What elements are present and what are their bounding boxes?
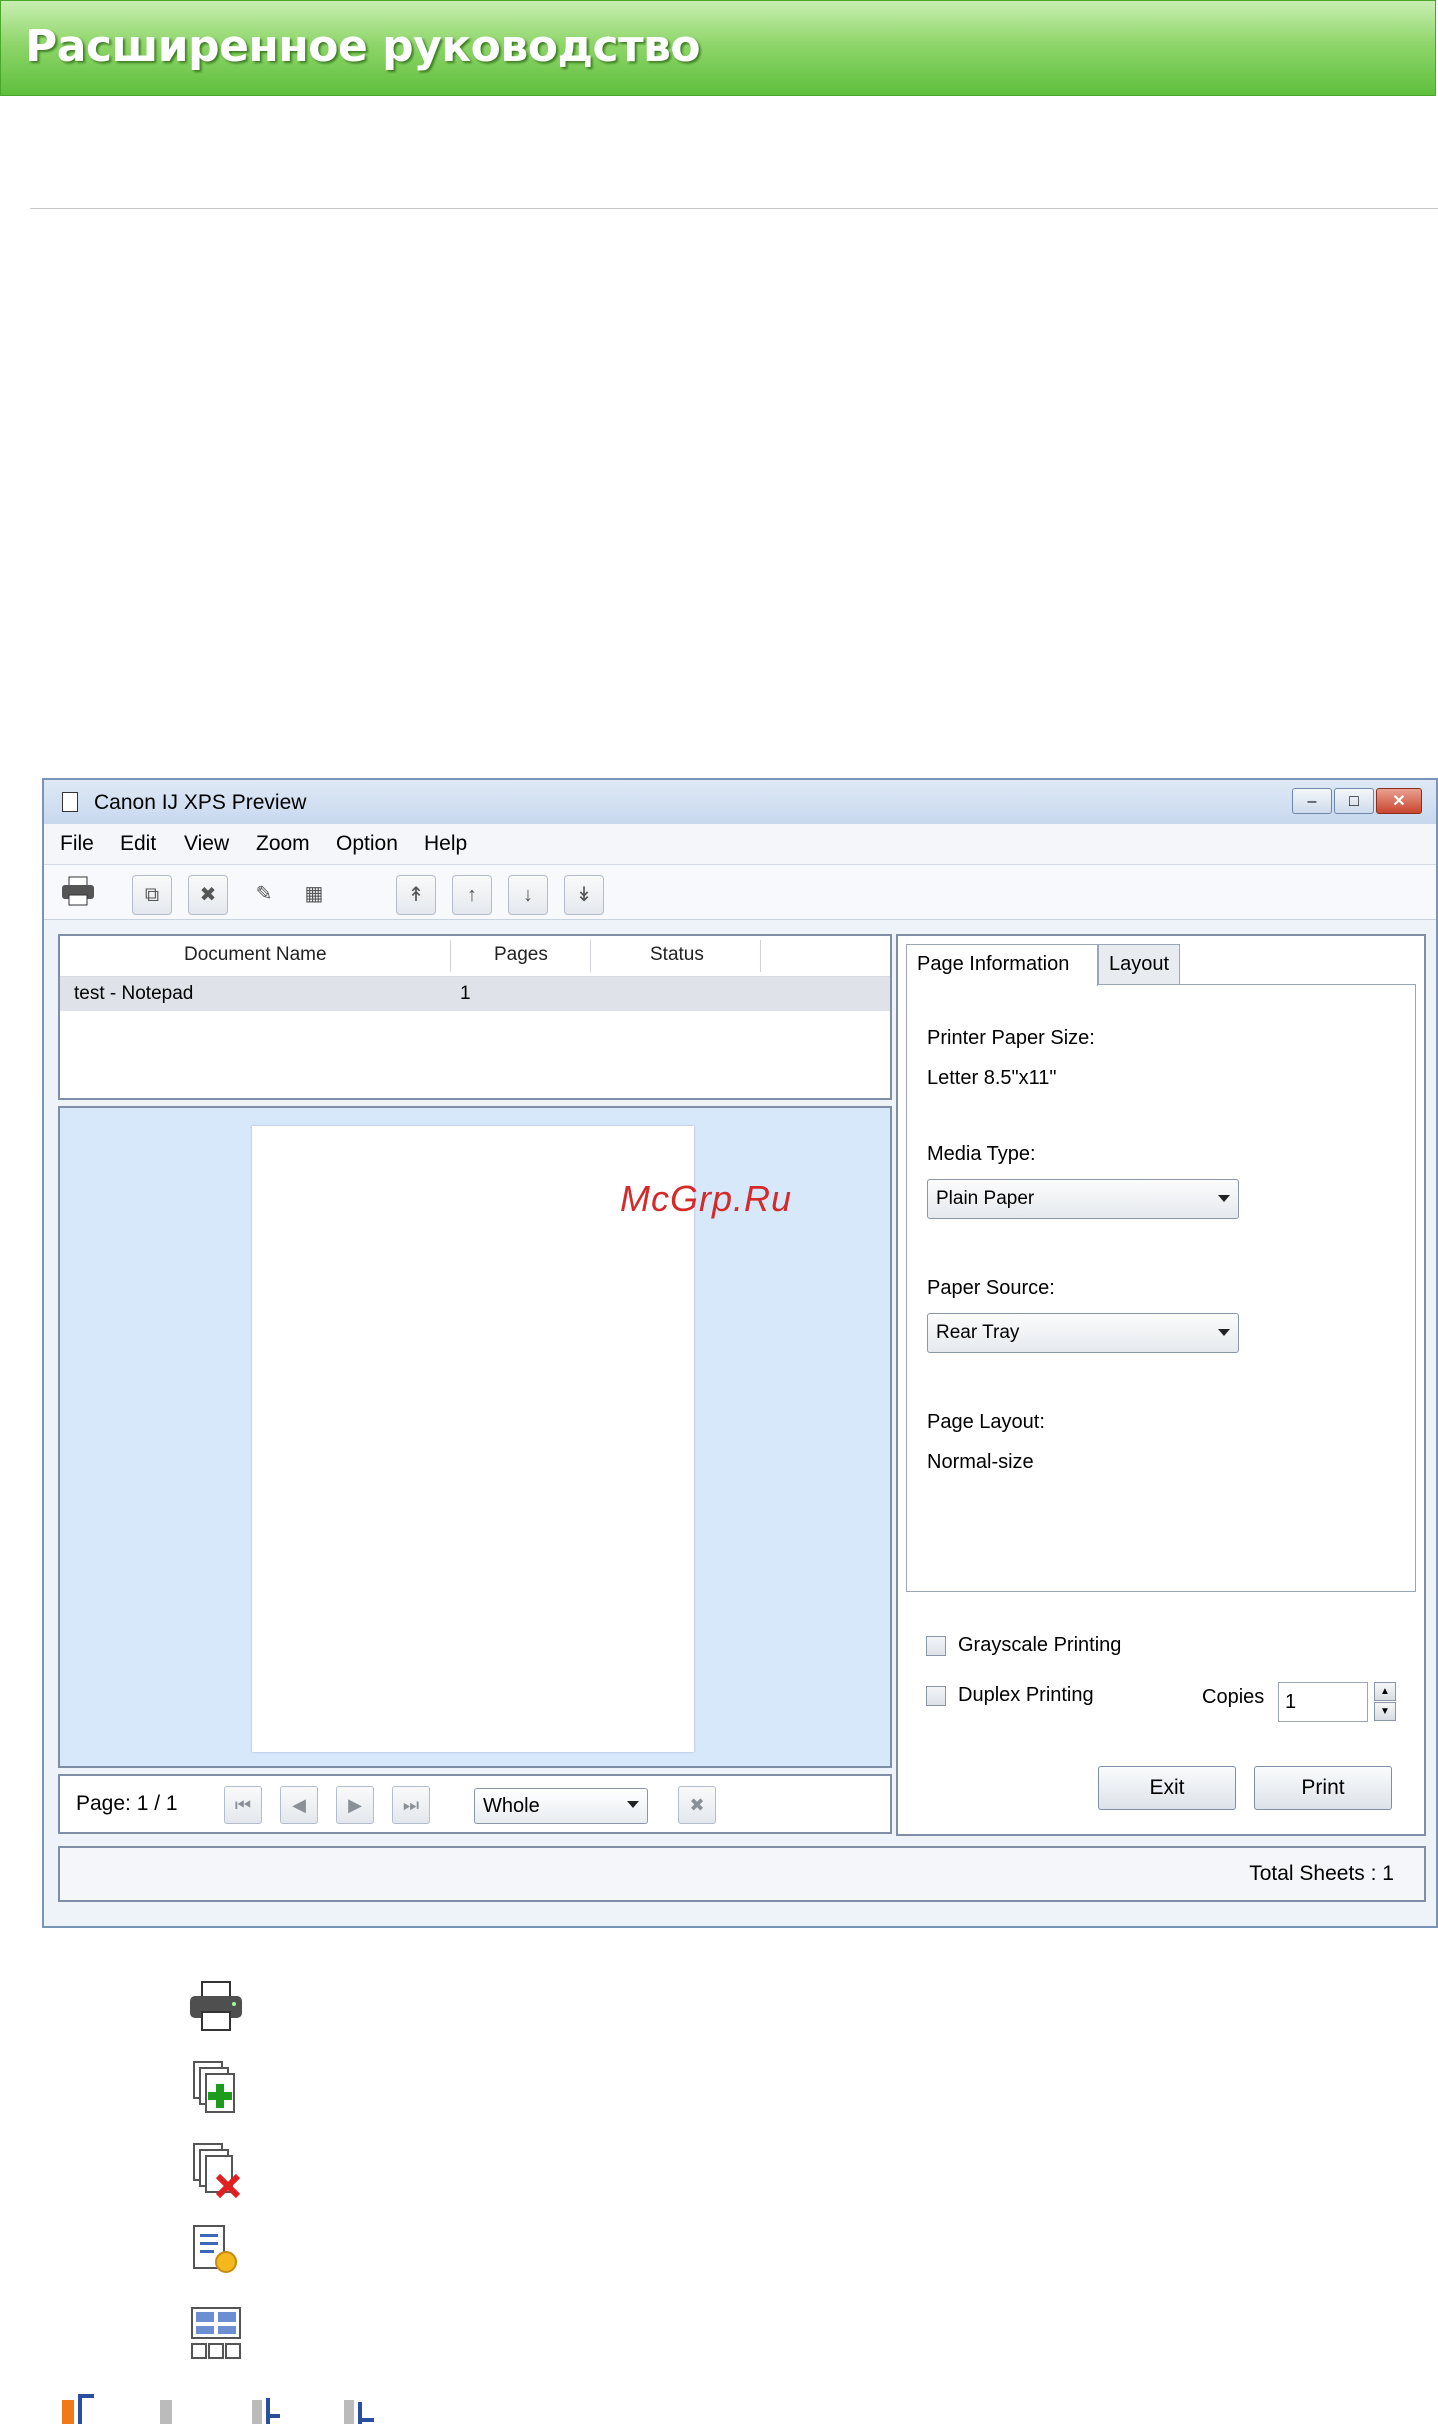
copies-down-button[interactable]: ▼ — [1374, 1702, 1396, 1721]
view-thumbnails-icon — [186, 2304, 246, 2364]
zoom-select-value: Whole — [483, 1795, 540, 1817]
page-navigation: Page: 1 / 1 ⏮ ◀ ▶ ⏭ Whole ✖ — [58, 1774, 892, 1834]
copies-up-button[interactable]: ▲ — [1374, 1682, 1396, 1701]
page-layout-value: Normal-size — [927, 1451, 1034, 1473]
table-row[interactable]: test - Notepad 1 — [60, 977, 890, 1011]
menu-edit[interactable]: Edit — [120, 832, 156, 856]
zoom-select[interactable]: Whole — [474, 1788, 648, 1824]
menu-bar: File Edit View Zoom Option Help — [44, 824, 1436, 865]
menu-option[interactable]: Option — [336, 832, 398, 856]
move-to-first-icon — [58, 2392, 98, 2424]
column-pages[interactable]: Pages — [494, 944, 548, 966]
page-layout-label: Page Layout: — [927, 1411, 1045, 1433]
status-bar: Total Sheets : 1 — [58, 1846, 1426, 1902]
paper-source-select[interactable]: Rear Tray — [927, 1313, 1239, 1353]
grayscale-checkbox[interactable] — [926, 1636, 946, 1656]
move-to-last-icon — [340, 2392, 380, 2424]
paper-size-value: Letter 8.5"x11" — [927, 1067, 1057, 1089]
first-page-button[interactable]: ⏮ — [224, 1786, 262, 1824]
move-up-icon — [156, 2392, 176, 2424]
move-to-first-icon[interactable]: ↟ — [396, 875, 436, 915]
exit-button[interactable]: Exit — [1098, 1766, 1236, 1810]
menu-zoom[interactable]: Zoom — [256, 832, 310, 856]
delete-document-icon — [186, 2140, 246, 2200]
delete-page-button[interactable]: ✖ — [678, 1786, 716, 1824]
view-thumbnails-icon[interactable]: ▦ — [294, 875, 334, 915]
grayscale-label: Grayscale Printing — [958, 1634, 1122, 1656]
document-list: Document Name Pages Status test - Notepa… — [58, 934, 892, 1100]
menu-file[interactable]: File — [60, 832, 94, 856]
watermark: McGrp.Ru — [620, 1178, 793, 1219]
window-title: Canon IJ XPS Preview — [94, 791, 307, 814]
add-document-icon — [186, 2058, 246, 2118]
move-down-icon — [248, 2392, 288, 2424]
menu-view[interactable]: View — [184, 832, 229, 856]
total-sheets: Total Sheets : 1 — [1249, 1862, 1394, 1885]
next-page-button[interactable]: ▶ — [336, 1786, 374, 1824]
duplex-checkbox[interactable] — [926, 1686, 946, 1706]
toolbar: ⧉ ✖ ✎ ▦ ↟ ↑ ↓ ↡ — [44, 865, 1436, 920]
menu-help[interactable]: Help — [424, 832, 467, 856]
copies-label: Copies — [1202, 1686, 1265, 1708]
manual-header-banner: Расширенное руководство — [0, 0, 1436, 96]
document-pages-cell: 1 — [460, 983, 471, 1004]
chevron-down-icon — [1218, 1195, 1230, 1202]
chevron-down-icon — [627, 1801, 639, 1808]
settings-pane: Page Information Layout Printer Paper Si… — [896, 934, 1426, 1836]
last-page-button[interactable]: ⏭ — [392, 1786, 430, 1824]
paper-source-value: Rear Tray — [936, 1322, 1020, 1343]
previous-page-button[interactable]: ◀ — [280, 1786, 318, 1824]
document-list-header: Document Name Pages Status — [60, 936, 890, 977]
copies-value: 1 — [1285, 1691, 1297, 1713]
column-document-name[interactable]: Document Name — [184, 944, 327, 966]
column-status[interactable]: Status — [650, 944, 704, 966]
move-up-icon[interactable]: ↑ — [452, 875, 492, 915]
add-document-icon[interactable]: ⧉ — [132, 875, 172, 915]
paper-source-label: Paper Source: — [927, 1277, 1055, 1299]
maximize-button[interactable]: □ — [1334, 788, 1374, 814]
app-icon — [62, 792, 78, 812]
delete-document-icon[interactable]: ✖ — [188, 875, 228, 915]
tab-page-information[interactable]: Page Information — [906, 944, 1098, 986]
print-icon — [186, 1976, 246, 2036]
reset-document-icon — [186, 2222, 246, 2282]
print-button[interactable]: Print — [1254, 1766, 1392, 1810]
minimize-button[interactable]: – — [1292, 788, 1332, 814]
title-bar[interactable]: Canon IJ XPS Preview – □ ✕ — [44, 780, 1436, 825]
media-type-label: Media Type: — [927, 1143, 1036, 1165]
tab-layout[interactable]: Layout — [1098, 944, 1180, 984]
close-button[interactable]: ✕ — [1376, 788, 1422, 814]
xps-preview-window: Canon IJ XPS Preview – □ ✕ File Edit View … — [42, 778, 1438, 1928]
page-number-label: Page: 1 / 1 — [76, 1792, 178, 1815]
chevron-down-icon — [1218, 1329, 1230, 1336]
manual-title: Расширенное руководство — [25, 21, 701, 72]
media-type-value: Plain Paper — [936, 1188, 1035, 1209]
move-to-last-icon[interactable]: ↡ — [564, 875, 604, 915]
divider — [30, 208, 1438, 209]
move-down-icon[interactable]: ↓ — [508, 875, 548, 915]
duplex-label: Duplex Printing — [958, 1684, 1094, 1706]
copies-input[interactable]: 1 — [1278, 1682, 1368, 1722]
print-icon[interactable] — [58, 875, 98, 915]
page-information-panel: Printer Paper Size: Letter 8.5"x11" Medi… — [906, 984, 1416, 1592]
reset-document-icon[interactable]: ✎ — [244, 875, 284, 915]
media-type-select[interactable]: Plain Paper — [927, 1179, 1239, 1219]
paper-size-label: Printer Paper Size: — [927, 1027, 1095, 1049]
document-name-cell: test - Notepad — [74, 983, 194, 1004]
